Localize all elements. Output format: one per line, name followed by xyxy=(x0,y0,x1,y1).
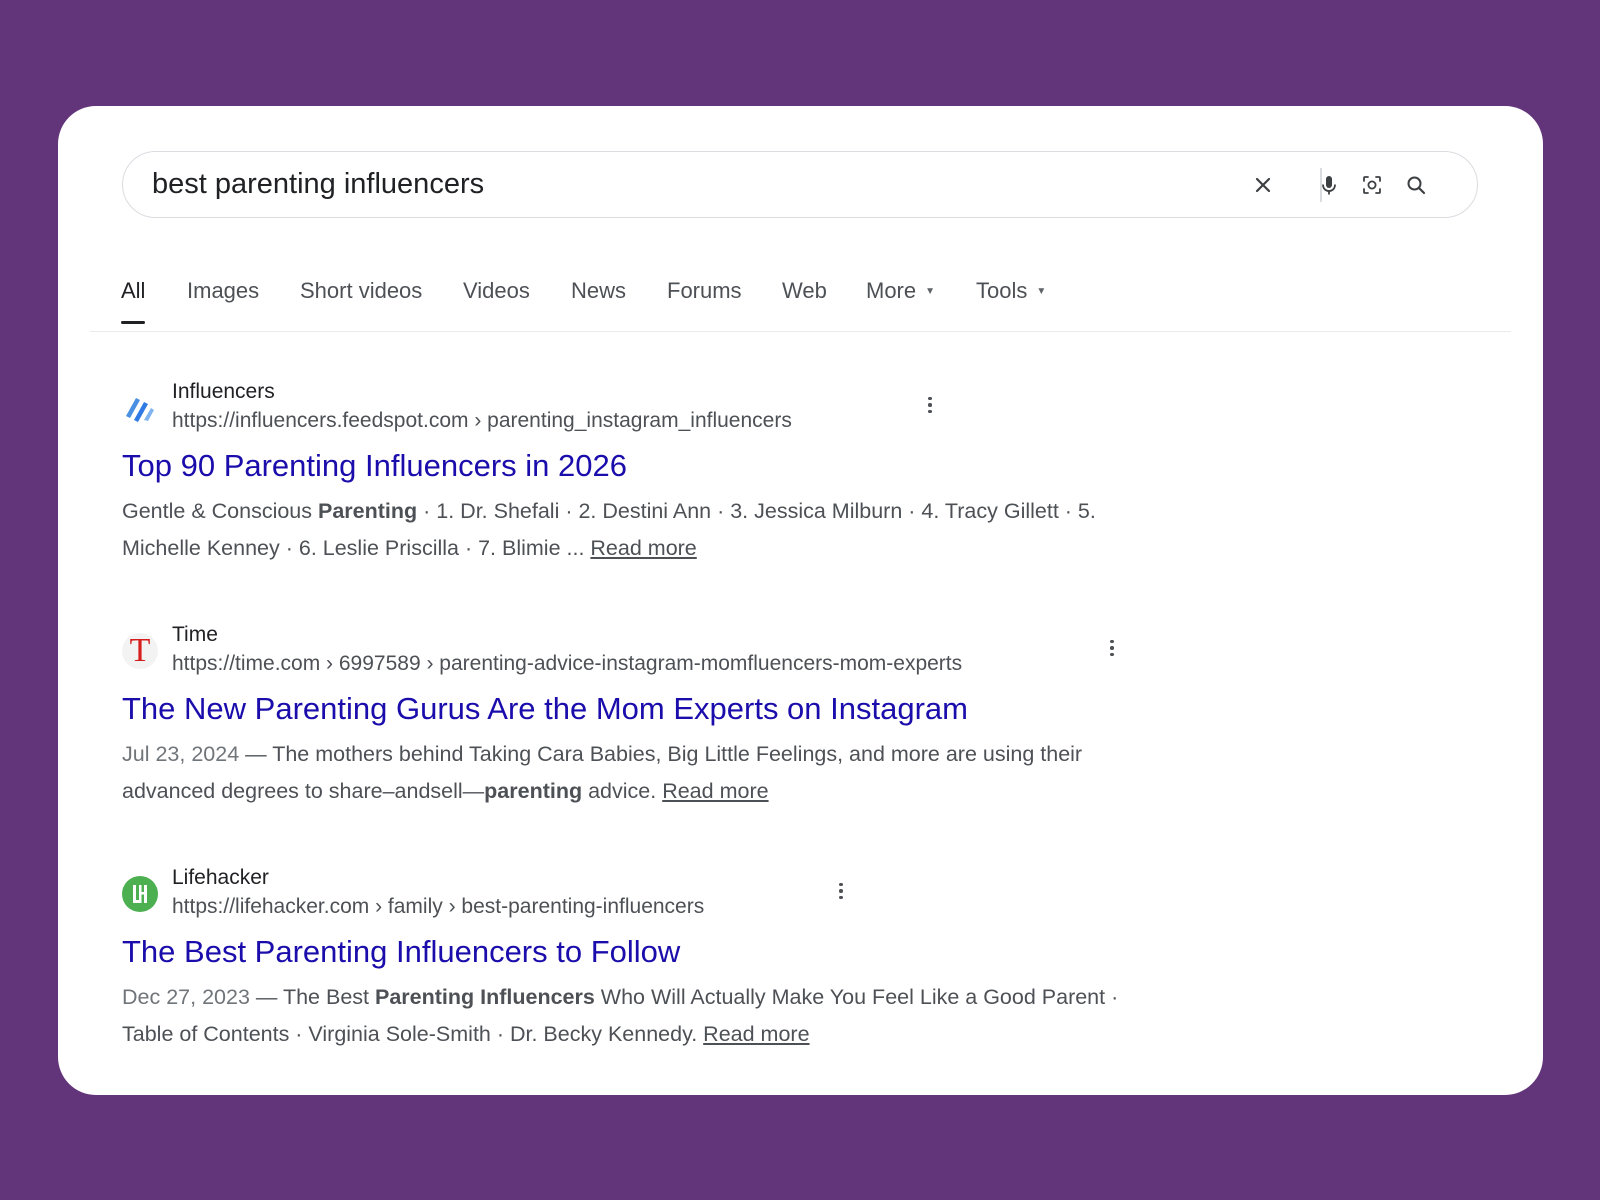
tab-label: Tools xyxy=(976,278,1028,303)
snippet-text: — The Best xyxy=(249,985,375,1009)
search-bar[interactable]: best parenting influencers xyxy=(122,151,1478,218)
active-tab-indicator xyxy=(121,321,146,324)
tab-label: More xyxy=(866,278,917,303)
snippet-text: Gentle & Conscious xyxy=(122,499,318,523)
tab-videos[interactable]: Videos xyxy=(463,278,530,304)
search-input[interactable]: best parenting influencers xyxy=(152,152,484,217)
result-site-name: Influencers xyxy=(172,380,275,403)
snippet-text: advice. xyxy=(582,779,663,803)
tab-label: All xyxy=(121,278,146,303)
search-icon[interactable] xyxy=(1403,172,1429,198)
result-url[interactable]: https://lifehacker.com › family › best-p… xyxy=(172,895,704,919)
tab-label: Short videos xyxy=(300,278,423,303)
lifehacker-favicon-icon xyxy=(122,876,158,912)
search-result: T Time https://time.com › 6997589 › pare… xyxy=(122,623,1222,823)
tab-label: Web xyxy=(782,278,827,303)
read-more-link[interactable]: Read more xyxy=(590,536,696,560)
snippet-highlight: parenting xyxy=(484,779,583,803)
result-snippet: Jul 23, 2024 — The mothers behind Taking… xyxy=(122,736,1172,810)
search-tabs: All Images Short videos Videos News Foru… xyxy=(90,266,1511,332)
result-url[interactable]: https://influencers.feedspot.com › paren… xyxy=(172,409,792,433)
tab-label: Forums xyxy=(667,278,742,303)
tab-label: Videos xyxy=(463,278,530,303)
read-more-link[interactable]: Read more xyxy=(662,779,768,803)
microphone-icon[interactable] xyxy=(1316,172,1342,198)
snippet-text: · 1. Dr. Shefali · 2. Destini Ann · 3. J… xyxy=(417,499,1096,523)
result-title-link[interactable]: The New Parenting Gurus Are the Mom Expe… xyxy=(122,691,968,727)
tab-tools[interactable]: Tools ▼ xyxy=(976,278,1046,304)
snippet-text: Michelle Kenney · 6. Leslie Priscilla · … xyxy=(122,536,591,560)
lens-icon[interactable] xyxy=(1359,172,1385,198)
tab-news[interactable]: News xyxy=(571,278,626,304)
snippet-highlight: Parenting xyxy=(318,499,418,523)
result-title-link[interactable]: The Best Parenting Influencers to Follow xyxy=(122,934,680,970)
tab-more[interactable]: More ▼ xyxy=(866,278,935,304)
result-site-name: Lifehacker xyxy=(172,866,269,889)
result-site-name: Time xyxy=(172,623,218,646)
search-result: Lifehacker https://lifehacker.com › fami… xyxy=(122,866,1222,1066)
more-options-icon[interactable] xyxy=(923,392,937,418)
caret-down-icon: ▼ xyxy=(1036,285,1047,297)
tab-short-videos[interactable]: Short videos xyxy=(300,278,422,304)
tab-all[interactable]: All xyxy=(121,278,146,324)
close-icon[interactable] xyxy=(1250,172,1276,198)
more-options-icon[interactable] xyxy=(834,878,848,904)
feedspot-favicon-icon xyxy=(122,390,158,426)
search-results-card: best parenting influencers All Images Sh… xyxy=(58,106,1543,1095)
tab-images[interactable]: Images xyxy=(187,278,259,304)
result-snippet: Dec 27, 2023 — The Best Parenting Influe… xyxy=(122,979,1172,1053)
tab-label: News xyxy=(571,278,627,303)
snippet-highlight: Parenting Influencers xyxy=(374,985,595,1009)
more-options-icon[interactable] xyxy=(1105,635,1119,661)
result-date: Dec 27, 2023 xyxy=(122,985,250,1009)
result-snippet: Gentle & Conscious Parenting · 1. Dr. Sh… xyxy=(122,493,1172,567)
tab-label: Images xyxy=(187,278,260,303)
result-url[interactable]: https://time.com › 6997589 › parenting-a… xyxy=(172,652,962,676)
time-favicon-icon: T xyxy=(122,633,158,669)
result-title-link[interactable]: Top 90 Parenting Influencers in 2026 xyxy=(122,448,627,484)
tab-forums[interactable]: Forums xyxy=(667,278,742,304)
tab-web[interactable]: Web xyxy=(782,278,827,304)
search-result: Influencers https://influencers.feedspot… xyxy=(122,380,1222,580)
result-date: Jul 23, 2024 xyxy=(122,742,240,766)
read-more-link[interactable]: Read more xyxy=(703,1022,809,1046)
caret-down-icon: ▼ xyxy=(925,285,936,297)
